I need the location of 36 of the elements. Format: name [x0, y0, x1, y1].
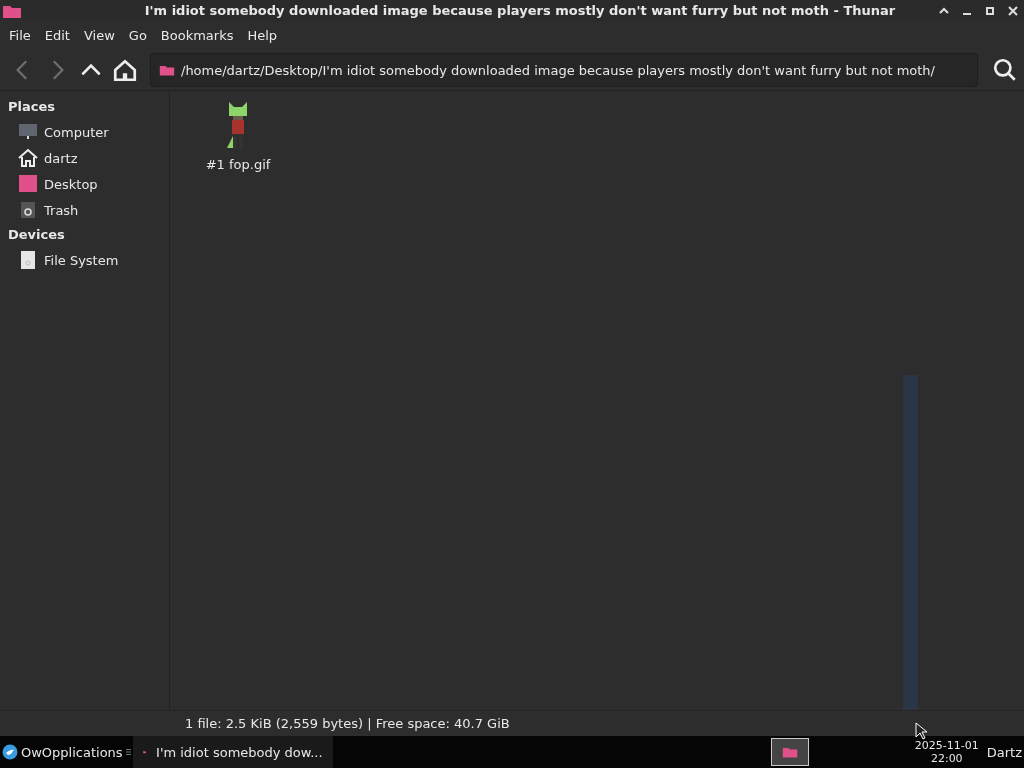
- figure-icon[interactable]: [226, 101, 250, 151]
- menu-item[interactable]: Bookmarks: [153, 28, 241, 43]
- menu-item[interactable]: Edit: [37, 28, 77, 43]
- menu-item[interactable]: File: [2, 28, 38, 43]
- sidebar-item[interactable]: Computer: [8, 119, 169, 145]
- menu-item[interactable]: View: [76, 28, 122, 43]
- section-heading: Devices: [8, 226, 66, 244]
- file-name[interactable]: #1 fop.gif: [203, 157, 273, 172]
- bird-icon: [2, 744, 18, 760]
- drive-icon: [18, 250, 38, 270]
- sidebar-item[interactable]: dartz: [8, 145, 169, 171]
- folder-icon: [159, 63, 175, 77]
- window-title: I'm idiot somebody downloaded image because players mostly don't want furry but not moth - Thunar: [143, 3, 897, 18]
- menu-item[interactable]: Help: [240, 28, 285, 43]
- applications-menu[interactable]: OwOpplications: [0, 736, 133, 768]
- monitor-icon: [18, 122, 38, 142]
- menu-icon: [125, 747, 131, 757]
- folder-icon: [18, 174, 38, 194]
- trash-icon: [18, 200, 38, 220]
- close-icon[interactable]: [1007, 4, 1019, 17]
- folder-icon: [781, 745, 798, 759]
- sidebar-item[interactable]: File System: [8, 247, 169, 273]
- user-name[interactable]: Dartz: [986, 744, 1024, 760]
- home-icon: [18, 148, 38, 168]
- home-icon[interactable]: [112, 57, 138, 83]
- taskbar-button[interactable]: I'm idiot somebody dow...: [132, 736, 333, 768]
- section-heading: Places: [8, 98, 57, 116]
- clock[interactable]: 2025-11-01 22:00: [914, 739, 979, 765]
- status-text: 1 file: 2.5 KiB (2,559 bytes) | Free space: 40.7 GiB: [185, 716, 510, 731]
- search-icon[interactable]: [992, 57, 1018, 83]
- maximize-icon[interactable]: [984, 4, 996, 17]
- location-field[interactable]: /home/dartz/Desktop/I'm idiot somebody downloaded image because players mostly don't want furry but not moth/: [150, 53, 978, 87]
- sidebar-item[interactable]: Trash: [8, 197, 169, 223]
- sidebar-item[interactable]: Desktop: [8, 171, 169, 197]
- workspace-button[interactable]: [770, 738, 809, 766]
- menu-item[interactable]: Go: [121, 28, 154, 43]
